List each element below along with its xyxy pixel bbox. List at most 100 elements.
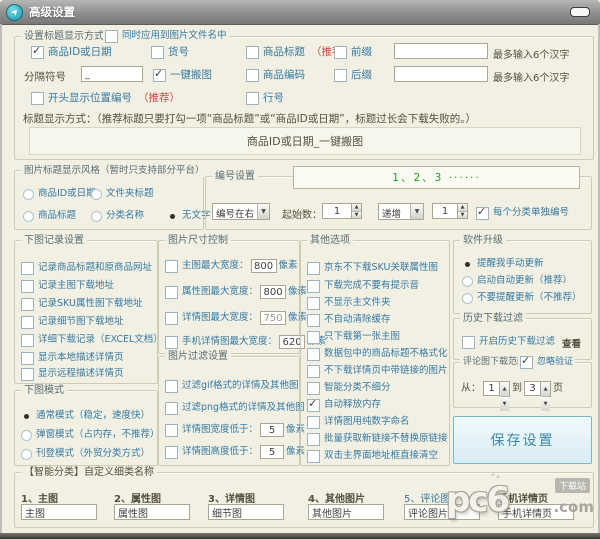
checkbox-record-main-url[interactable]: 记录主图下载地址: [21, 279, 114, 293]
radio-dot: [21, 411, 32, 422]
radio-upgrade-never[interactable]: 不要提醒更新（不推荐）: [462, 291, 582, 305]
radio-mode-listing[interactable]: 刊登模式（外贸分类方式）: [21, 447, 150, 461]
checkbox-product-id-date[interactable]: 商品ID或日期: [31, 45, 112, 59]
checkbox-box: [165, 312, 178, 325]
checkbox-record-sku-url[interactable]: 记录SKU属性图下载地址: [21, 297, 142, 311]
field-input-attr[interactable]: [114, 504, 190, 520]
checkbox-label: 只下载第一张主图: [324, 330, 400, 344]
from-input[interactable]: [483, 381, 500, 396]
chevron-down-icon[interactable]: ▼: [410, 204, 423, 219]
radio-style-category-name[interactable]: 分类名称: [91, 209, 144, 223]
checkbox-prefix[interactable]: 前缀: [334, 45, 372, 59]
filter-width-input[interactable]: [260, 423, 284, 437]
size-attr-input[interactable]: [260, 285, 286, 299]
checkbox-line-no[interactable]: 行号: [246, 91, 284, 105]
title-note: 标题显示方式：（推荐标题只要打勾一项“商品标题”或“商品ID或日期”，标题过长会…: [23, 111, 476, 126]
checkbox-per-category[interactable]: 每个分类单独编号: [476, 206, 569, 220]
spinner-down-icon[interactable]: ▼: [541, 396, 550, 411]
filter-height-input[interactable]: [260, 445, 284, 459]
start-input[interactable]: [322, 203, 352, 219]
radio-style-product-title[interactable]: 商品标题: [23, 209, 76, 223]
spinner-down-icon[interactable]: ▼: [352, 211, 361, 219]
size-main-input[interactable]: [251, 259, 277, 273]
separator-input[interactable]: [81, 66, 143, 82]
checkbox-other-no-format-title[interactable]: 数据包中的商品标题不格式化: [307, 347, 448, 361]
checkbox-other-first-main-only[interactable]: 只下载第一张主图: [307, 330, 400, 344]
checkbox-product-code[interactable]: 商品编码: [246, 68, 305, 82]
radio-upgrade-auto[interactable]: 启动自动更新（推荐）: [462, 274, 572, 288]
field-label-other: 4、其他图片: [308, 490, 365, 505]
checkbox-other-no-mainfolder[interactable]: 不显示主文件夹: [307, 296, 391, 310]
checkbox-other-keep-links[interactable]: 批量获取新链接不替换原链接: [307, 432, 448, 446]
checkbox-other-no-clear-cache[interactable]: 不自动清除缓存: [307, 313, 391, 327]
checkbox-show-remote-desc[interactable]: 显示远程描述详情页: [21, 367, 124, 381]
radio-style-folder-title[interactable]: 文件夹标题: [91, 187, 154, 201]
spinner-buttons[interactable]: ▲▼: [458, 203, 468, 219]
start-label: 起始数：: [282, 206, 322, 221]
checkbox-other-no-linked-img[interactable]: 不下载详情页中带链接的图片: [307, 364, 448, 378]
view-history-link[interactable]: 查看: [562, 336, 581, 350]
checkbox-filter-gif[interactable]: 过滤gif格式的详情及其他图: [165, 379, 299, 393]
spinner-up-icon[interactable]: ▲: [541, 382, 550, 396]
checkbox-label: 行号: [263, 91, 284, 105]
checkbox-box: [307, 433, 320, 446]
window-titlebar[interactable]: ➤ 高级设置: [0, 0, 600, 25]
radio-upgrade-manual[interactable]: 提醒我手动更新: [462, 257, 544, 271]
checkbox-filter-width[interactable]: 详情图宽度低于：像素: [165, 423, 305, 437]
size-detail-input[interactable]: [260, 311, 286, 325]
field-input-main[interactable]: [21, 504, 97, 520]
checkbox-size-detail[interactable]: 详情图最大宽度：像素: [165, 311, 307, 325]
checkbox-record-detail-url[interactable]: 记录细节图下载地址: [21, 315, 124, 329]
position-dropdown[interactable]: 编号在右 ▼: [212, 203, 270, 220]
checkbox-other-auto-free-memory[interactable]: 自动释放内存: [307, 398, 381, 412]
radio-style-product-id-date[interactable]: 商品ID或日期: [23, 187, 96, 201]
radio-mode-normal[interactable]: 通常模式（稳定，速度快）: [21, 409, 150, 423]
checkbox-filter-png[interactable]: 过滤png格式的详情及其他图: [165, 401, 305, 415]
checkbox-size-attr[interactable]: 属性图最大宽度：像素: [165, 285, 307, 299]
checkbox-other-numeric-name[interactable]: 详情图用纯数字命名: [307, 415, 410, 429]
checkbox-box: [21, 280, 34, 293]
spinner-buttons[interactable]: ▲▼: [500, 381, 510, 397]
spinner-down-icon[interactable]: ▼: [458, 211, 467, 219]
checkbox-apply-to-filename[interactable]: 同时应用到图片文件名中: [103, 29, 229, 43]
minimize-button[interactable]: [570, 7, 590, 17]
radio-dot: [462, 293, 473, 304]
prefix-input[interactable]: [394, 43, 488, 59]
checkbox-other-no-subclass[interactable]: 智能分类不细分: [307, 381, 391, 395]
checkbox-show-local-desc[interactable]: 显示本地描述详情页: [21, 351, 124, 365]
dropdown-value: 编号在右: [213, 204, 257, 219]
spinner-buttons[interactable]: ▲▼: [541, 381, 551, 397]
suffix-input[interactable]: [394, 66, 488, 82]
spinner-down-icon[interactable]: ▼: [500, 396, 509, 411]
checkbox-other-no-sound[interactable]: 下载完成不要有提示音: [307, 279, 419, 293]
radio-dot: [21, 430, 32, 441]
field-input-detail[interactable]: [208, 504, 284, 520]
checkbox-other-jd-sku[interactable]: 京东不下载SKU关联属性图: [307, 261, 438, 275]
checkbox-enable-history-filter[interactable]: 开启历史下载过滤: [462, 335, 555, 349]
chevron-down-icon[interactable]: ▼: [257, 204, 269, 219]
checkbox-ignore-verify[interactable]: 忽略验证: [518, 355, 575, 369]
checkbox-record-title-url[interactable]: 记录商品标题和原商品网址: [21, 261, 152, 275]
step-input[interactable]: [432, 203, 458, 219]
field-input-other[interactable]: [308, 504, 384, 520]
field-label-main: 1、主图: [21, 490, 58, 505]
radio-style-no-text[interactable]: 无文字: [167, 209, 211, 223]
checkbox-filter-height[interactable]: 详情图高度低于：像素: [165, 445, 305, 459]
checkbox-box: [165, 424, 178, 437]
mode-dropdown[interactable]: 递增 ▼: [378, 203, 424, 220]
spinner-up-icon[interactable]: ▲: [500, 382, 509, 396]
checkbox-one-key-move[interactable]: 一键搬图: [153, 68, 212, 82]
checkbox-size-main[interactable]: 主图最大宽度：像素: [165, 259, 298, 273]
field-input-comment[interactable]: [404, 504, 480, 520]
checkbox-position-number[interactable]: 开头显示位置编号 （推荐）: [31, 91, 180, 105]
save-settings-button[interactable]: 保存设置: [453, 416, 592, 464]
checkbox-sku-no[interactable]: 货号: [151, 45, 189, 59]
to-input[interactable]: [524, 381, 541, 396]
checkbox-suffix[interactable]: 后缀: [334, 68, 372, 82]
radio-mode-popup[interactable]: 弹窗模式（占内存，不推荐）: [21, 428, 160, 442]
checkbox-other-dblclick-clear[interactable]: 双击主界面地址框直接清空: [307, 449, 438, 463]
checkbox-record-excel[interactable]: 详细下载记录（EXCEL文档）: [21, 333, 163, 347]
spinner-buttons[interactable]: ▲▼: [352, 203, 362, 219]
checkbox-box: [462, 336, 475, 349]
field-input-mobile[interactable]: [498, 504, 574, 520]
